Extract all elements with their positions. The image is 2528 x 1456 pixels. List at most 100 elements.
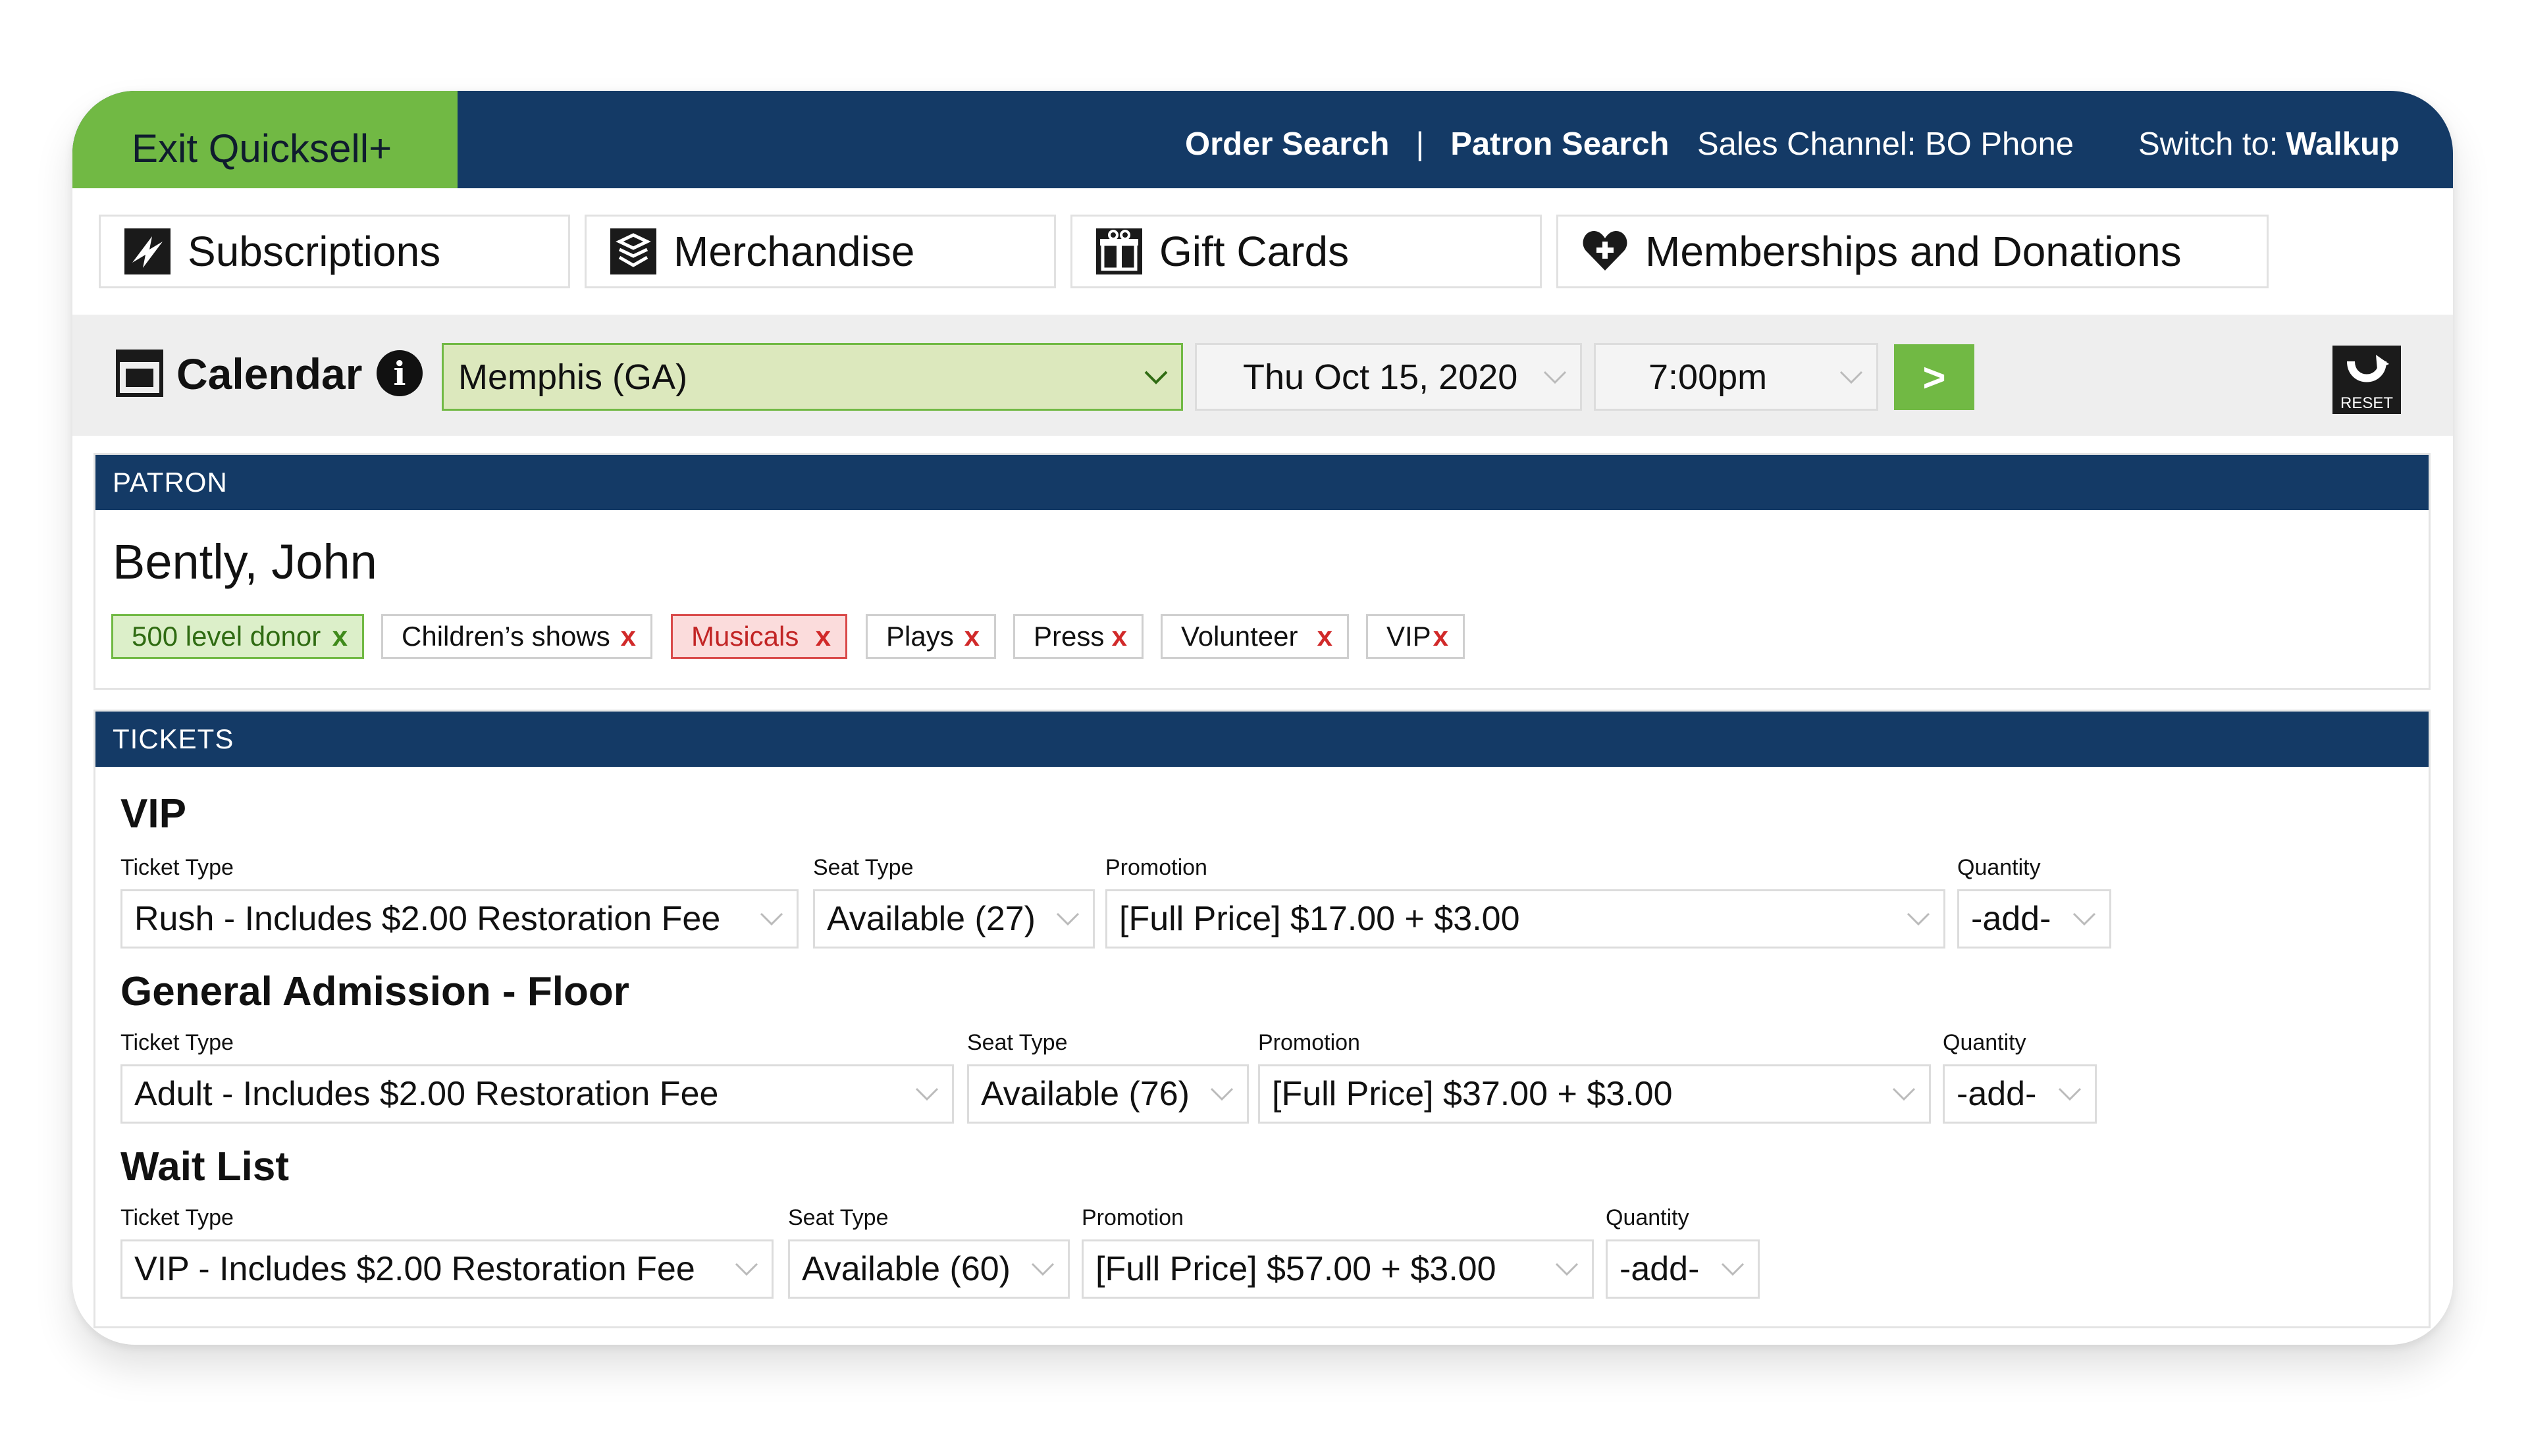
ticket-type-select[interactable]: Adult - Includes $2.00 Restoration Fee (120, 1064, 954, 1124)
tag-label: Children’s shows (402, 621, 610, 652)
chevron-down-icon (1555, 1262, 1579, 1276)
tag-childrens-shows: Children’s shows x (381, 614, 652, 659)
ticket-group-title: VIP (120, 791, 186, 837)
tickets-section: TICKETS VIP Ticket Type Seat Type Promot… (93, 710, 2431, 1328)
quantity-select[interactable]: -add- (1606, 1239, 1760, 1299)
chevron-down-icon (1839, 371, 1863, 384)
ticket-type-value: Rush - Includes $2.00 Restoration Fee (134, 900, 721, 938)
seat-type-select[interactable]: Available (76) (967, 1064, 1249, 1124)
tag-vip: VIP x (1366, 614, 1465, 659)
tab-label: Gift Cards (1159, 228, 1350, 275)
chevron-down-icon (1210, 1087, 1234, 1101)
patron-section: PATRON Bently, John 500 level donor x Ch… (93, 453, 2431, 690)
tab-label: Merchandise (673, 228, 915, 275)
tab-merchandise[interactable]: Merchandise (585, 215, 1056, 288)
exit-quicksell-button[interactable]: Exit Quicksell+ (72, 91, 458, 188)
ticket-type-label: Ticket Type (120, 855, 234, 880)
tag-press: Press x (1013, 614, 1144, 659)
reset-icon (2347, 355, 2389, 382)
promotion-label: Promotion (1258, 1030, 1360, 1055)
chevron-down-icon (1892, 1087, 1916, 1101)
link-separator: | (1415, 126, 1425, 162)
ticket-type-select[interactable]: VIP - Includes $2.00 Restoration Fee (120, 1239, 774, 1299)
seat-type-select[interactable]: Available (27) (813, 889, 1095, 949)
tab-memberships-donations[interactable]: Memberships and Donations (1556, 215, 2269, 288)
chevron-down-icon (760, 912, 783, 926)
info-icon[interactable]: i (377, 350, 423, 396)
tab-label: Memberships and Donations (1645, 228, 2182, 275)
ticket-type-label: Ticket Type (120, 1030, 234, 1055)
chevron-down-icon (1543, 371, 1567, 384)
quantity-value: -add- (1620, 1250, 1700, 1288)
ticket-group-title: General Admission - Floor (120, 969, 629, 1014)
go-button[interactable]: > (1894, 344, 1974, 410)
tag-label: VIP (1386, 621, 1431, 652)
promotion-label: Promotion (1105, 855, 1207, 880)
subscriptions-icon (123, 227, 172, 276)
ticket-type-select[interactable]: Rush - Includes $2.00 Restoration Fee (120, 889, 799, 949)
reset-label: RESET (2340, 394, 2393, 412)
seat-type-label: Seat Type (788, 1205, 889, 1230)
heart-plus-icon (1581, 227, 1629, 276)
remove-tag-icon[interactable]: x (816, 621, 831, 652)
quantity-label: Quantity (1957, 855, 2041, 880)
chevron-down-icon (1144, 371, 1168, 384)
remove-tag-icon[interactable]: x (332, 621, 348, 652)
tab-subscriptions[interactable]: Subscriptions (99, 215, 570, 288)
tag-500-level-donor: 500 level donor x (111, 614, 364, 659)
venue-select[interactable]: Memphis (GA) (442, 343, 1183, 411)
quantity-select[interactable]: -add- (1957, 889, 2111, 949)
promotion-select[interactable]: [Full Price] $57.00 + $3.00 (1082, 1239, 1594, 1299)
calendar-icon (115, 349, 164, 398)
order-search-link[interactable]: Order Search (1185, 126, 1390, 163)
switch-walkup-link[interactable]: Walkup (2286, 126, 2399, 163)
chevron-down-icon (1907, 912, 1930, 926)
promotion-label: Promotion (1082, 1205, 1184, 1230)
remove-tag-icon[interactable]: x (964, 621, 980, 652)
ticket-type-value: Adult - Includes $2.00 Restoration Fee (134, 1075, 719, 1113)
quantity-label: Quantity (1943, 1030, 2026, 1055)
merchandise-icon (609, 227, 658, 276)
seat-type-value: Available (76) (981, 1075, 1190, 1113)
promotion-value: [Full Price] $57.00 + $3.00 (1095, 1250, 1496, 1288)
tag-musicals: Musicals x (671, 614, 847, 659)
patron-name[interactable]: Bently, John (113, 534, 377, 590)
tag-label: Plays (886, 621, 954, 652)
chevron-down-icon (915, 1087, 939, 1101)
quantity-select[interactable]: -add- (1943, 1064, 2097, 1124)
chevron-down-icon (2058, 1087, 2082, 1101)
remove-tag-icon[interactable]: x (1433, 621, 1448, 652)
seat-type-value: Available (27) (827, 900, 1036, 938)
seat-type-label: Seat Type (813, 855, 914, 880)
seat-type-select[interactable]: Available (60) (788, 1239, 1070, 1299)
tag-volunteer: Volunteer x (1161, 614, 1349, 659)
remove-tag-icon[interactable]: x (621, 621, 636, 652)
ticket-group-title: Wait List (120, 1144, 290, 1189)
patron-header: PATRON (95, 455, 2429, 510)
chevron-down-icon (1056, 912, 1080, 926)
promotion-select[interactable]: [Full Price] $17.00 + $3.00 (1105, 889, 1945, 949)
promotion-value: [Full Price] $17.00 + $3.00 (1119, 900, 1520, 938)
tab-gift-cards[interactable]: Gift Cards (1070, 215, 1542, 288)
top-bar: Exit Quicksell+ Order Search | Patron Se… (72, 91, 2453, 188)
tag-label: 500 level donor (132, 621, 321, 652)
tag-label: Volunteer (1181, 621, 1298, 652)
promotion-select[interactable]: [Full Price] $37.00 + $3.00 (1258, 1064, 1931, 1124)
time-select[interactable]: 7:00pm (1594, 343, 1878, 411)
remove-tag-icon[interactable]: x (1317, 621, 1332, 652)
ticket-type-value: VIP - Includes $2.00 Restoration Fee (134, 1250, 695, 1288)
switch-channel: Switch to: Walkup (2138, 121, 2400, 167)
remove-tag-icon[interactable]: x (1112, 621, 1127, 652)
chevron-down-icon (2072, 912, 2096, 926)
quantity-label: Quantity (1606, 1205, 1689, 1230)
calendar-row: Calendar i Memphis (GA) Thu Oct 15, 2020… (72, 315, 2453, 436)
patron-search-link[interactable]: Patron Search (1450, 126, 1669, 163)
quicksell-panel: Exit Quicksell+ Order Search | Patron Se… (72, 91, 2453, 1345)
reset-button[interactable]: RESET (2332, 346, 2401, 414)
calendar-label: Calendar (176, 350, 363, 398)
tag-label: Press (1034, 621, 1105, 652)
sales-channel: Sales Channel: BO Phone (1697, 126, 2074, 162)
quantity-value: -add- (1971, 900, 2051, 938)
date-select[interactable]: Thu Oct 15, 2020 (1195, 343, 1582, 411)
ticket-type-label: Ticket Type (120, 1205, 234, 1230)
